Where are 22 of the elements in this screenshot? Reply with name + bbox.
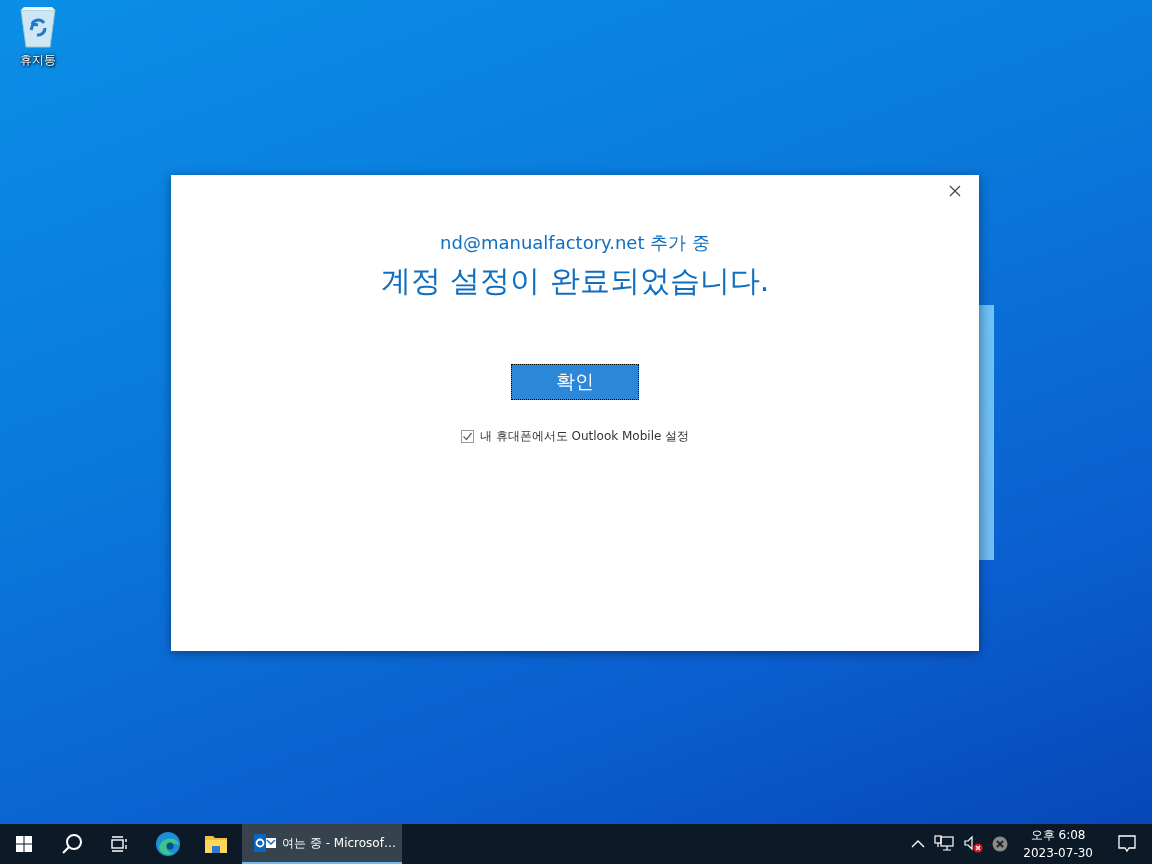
ok-button[interactable]: 확인 [511,364,639,400]
error-circle-icon[interactable] [992,836,1009,852]
muted-speaker-icon[interactable] [963,835,984,853]
recycle-bin-icon[interactable] [19,6,57,48]
clock-date: 2023-07-30 [1023,845,1093,862]
mail-app-icon [254,834,276,852]
chevron-up-icon[interactable] [911,839,926,849]
checkbox[interactable] [460,430,474,443]
task-view-icon [111,836,129,852]
network-icon[interactable] [934,835,955,853]
search-icon [61,833,83,855]
dialog-subtitle: nd@manualfactory.net 추가 중 [440,231,710,255]
clock-time: 오후 6:08 [1030,827,1086,844]
notification-icon[interactable] [1118,835,1136,853]
folder-icon [204,834,228,854]
windows-logo-icon [16,836,32,852]
dialog-title: 계정 설정이 완료되었습니다. [380,262,770,300]
clock[interactable]: 오후 6:08 2023-07-30 [1017,826,1099,862]
browser-swirl-icon [155,831,181,857]
taskbar-app-button[interactable]: 여는 중 - Microsof… [242,824,402,864]
checkbox-label: 내 휴대폰에서도 Outlook Mobile 설정 [479,428,690,445]
close-icon[interactable] [949,185,961,197]
